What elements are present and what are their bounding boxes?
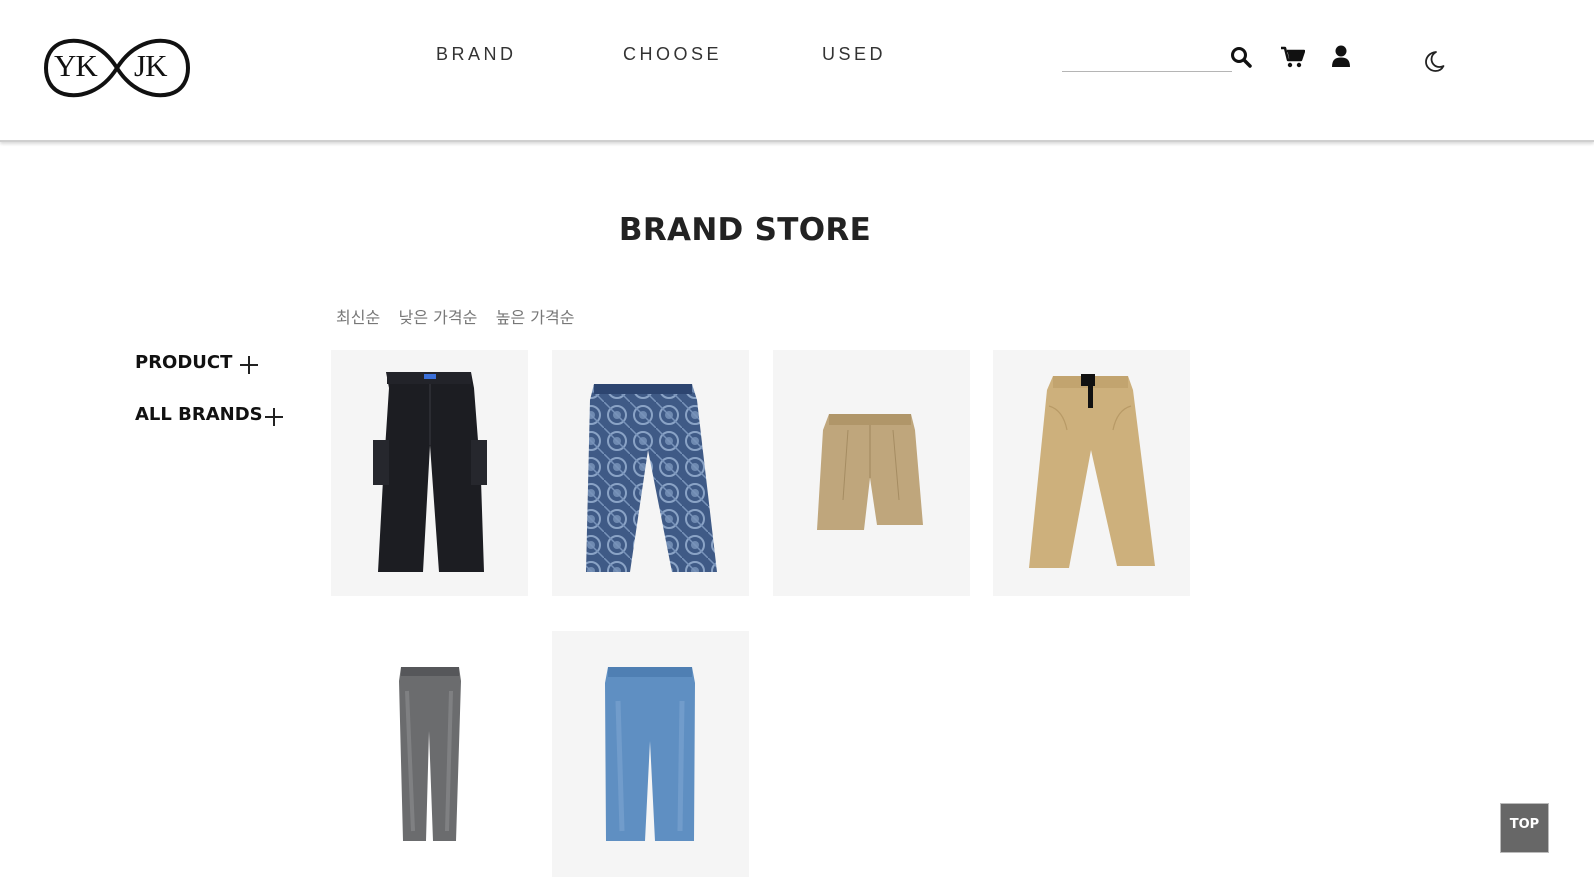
product-card[interactable] — [552, 631, 749, 877]
product-card[interactable] — [331, 631, 528, 877]
light-blue-jeans-image — [605, 667, 695, 841]
product-card[interactable] — [331, 350, 528, 596]
logo-left-text: YK — [54, 48, 98, 83]
khaki-belted-pants-image — [1029, 374, 1155, 568]
sidebar-item-label: PRODUCT — [135, 352, 233, 373]
sort-options: 최신순 낮은 가격순 높은 가격순 — [336, 304, 588, 328]
product-card[interactable] — [552, 350, 749, 596]
moon-icon[interactable] — [1423, 50, 1445, 72]
nav-brand[interactable]: BRAND — [436, 44, 517, 65]
product-card[interactable] — [773, 350, 970, 596]
patterned-denim-jeans-image — [586, 384, 717, 572]
cart-icon[interactable] — [1281, 46, 1305, 68]
sort-newest[interactable]: 최신순 — [336, 308, 380, 327]
product-card[interactable] — [993, 350, 1190, 596]
user-icon[interactable] — [1331, 45, 1351, 67]
sort-price-low[interactable]: 낮은 가격순 — [399, 308, 478, 327]
nav-choose[interactable]: CHOOSE — [623, 44, 722, 65]
sidebar-item-label: ALL BRANDS — [135, 404, 263, 425]
grey-washed-jeans-image — [399, 667, 461, 841]
plus-icon[interactable] — [265, 408, 283, 426]
sidebar-item-product[interactable]: PRODUCT — [135, 352, 232, 373]
plus-icon[interactable] — [240, 356, 258, 374]
nav-used[interactable]: USED — [822, 44, 886, 65]
logo-right-text: JK — [134, 48, 167, 83]
black-cargo-pants-image — [373, 372, 487, 572]
search-icon[interactable] — [1230, 46, 1252, 68]
search-input[interactable] — [1062, 44, 1232, 71]
sidebar-item-all-brands[interactable]: ALL BRANDS — [135, 404, 263, 425]
site-logo[interactable]: YK JK — [44, 36, 190, 100]
sort-price-high[interactable]: 높은 가격순 — [496, 308, 575, 327]
page-title-text: BRAND STORE — [618, 212, 872, 248]
page-title: BRAND STORE — [0, 212, 1594, 248]
beige-shorts-image — [817, 414, 923, 530]
search-box — [1062, 44, 1232, 72]
scroll-top-button[interactable]: TOP — [1500, 803, 1549, 853]
site-header: YK JK BRAND CHOOSE USED — [0, 0, 1594, 142]
